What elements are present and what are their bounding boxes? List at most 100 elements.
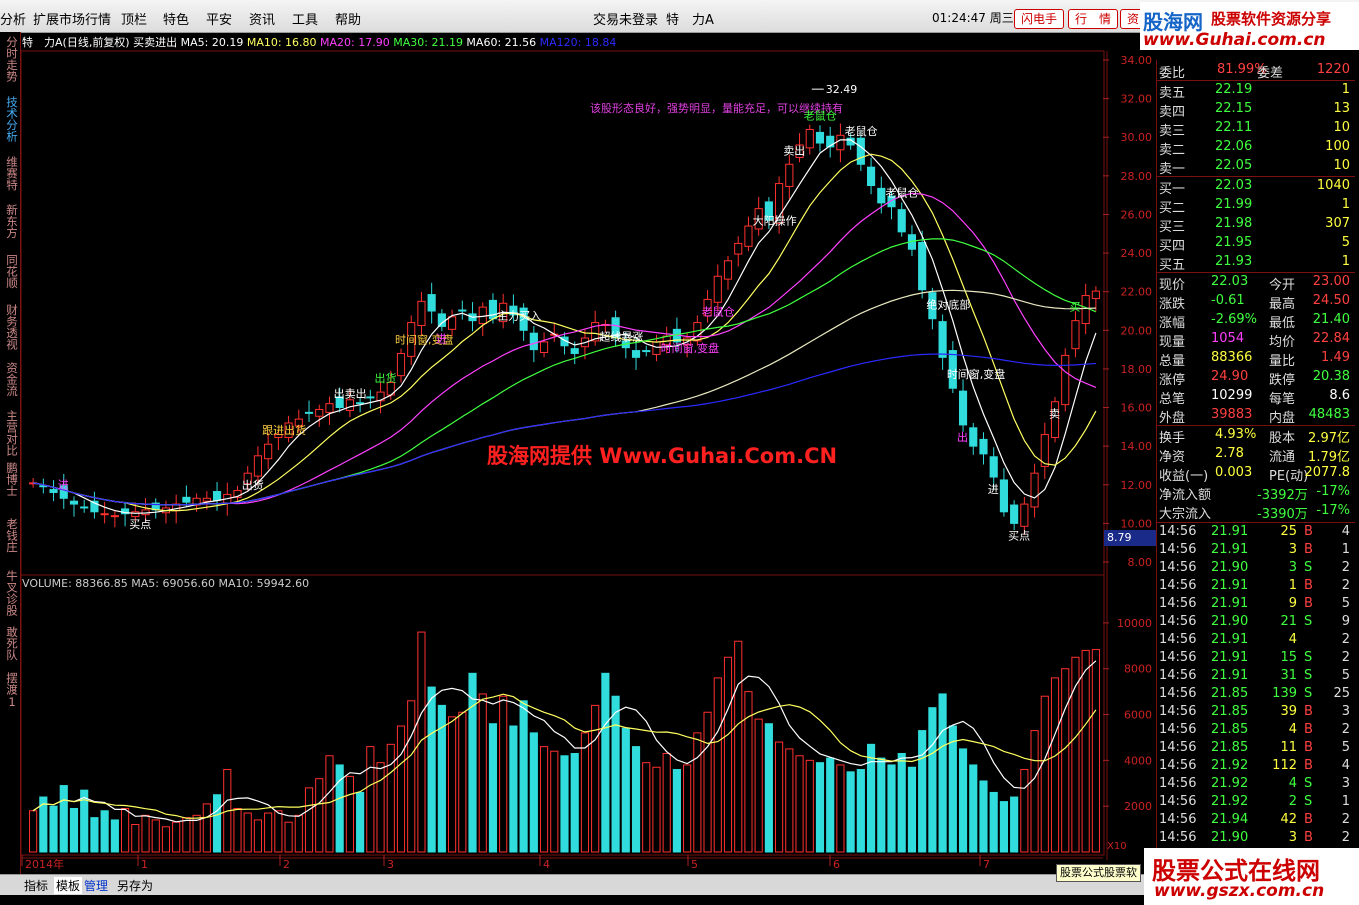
tick-time: 14:56 — [1159, 686, 1197, 701]
candle-body — [39, 485, 48, 488]
bid-volume: 1 — [1341, 197, 1350, 212]
tick-row: 14:56 21.91 31 S 5 — [1159, 667, 1354, 686]
finance-label: 股本 — [1269, 431, 1296, 446]
tick-price: 21.94 — [1211, 812, 1249, 827]
menu-features[interactable]: 特色 — [163, 9, 189, 28]
volume-bar — [509, 725, 518, 853]
signal-label: 时间窗,变盘 — [395, 332, 454, 346]
tab-xindongfang[interactable]: 新东方 — [2, 204, 19, 239]
ma-legend-item: MA60: 21.56 — [462, 36, 537, 49]
tab-tonghuashun[interactable]: 同花顺 — [2, 254, 19, 289]
volume-bar — [826, 757, 835, 853]
candle-body — [938, 321, 947, 358]
candle-body — [529, 332, 538, 351]
quote-button[interactable]: 行 情 — [1068, 9, 1119, 29]
menu-pingan[interactable]: 平安 — [206, 9, 232, 28]
y-tick-label: 10.00 — [1121, 517, 1153, 530]
menu-analysis[interactable]: 分析 — [0, 9, 26, 28]
tick-volume: 3 — [1288, 560, 1297, 575]
quote-label: 总量 — [1159, 354, 1186, 369]
volume-bar — [928, 707, 937, 853]
ask-price: 22.05 — [1215, 158, 1253, 173]
candle-body — [437, 313, 446, 327]
tab-weisaite[interactable]: 维赛特 — [2, 156, 19, 191]
tab-manage[interactable]: 管理 — [84, 877, 108, 894]
menu-help[interactable]: 帮助 — [335, 9, 361, 28]
tab-laoqianzhuang[interactable]: 老钱庄 — [2, 518, 19, 553]
quote-value: 24.90 — [1211, 369, 1249, 384]
volume-bar — [683, 764, 692, 853]
candle-body — [826, 135, 835, 148]
tab-business-compare[interactable]: 主营对比 — [2, 410, 19, 456]
volume-bar — [356, 791, 365, 853]
tick-row: 14:56 21.91 9 B 5 — [1159, 595, 1354, 614]
y-tick-label: 34.00 — [1121, 54, 1153, 67]
candle-body — [294, 418, 303, 427]
menu-top-bar[interactable]: 顶栏 — [121, 9, 147, 28]
volume-bar — [734, 640, 743, 853]
tick-price: 21.85 — [1211, 740, 1249, 755]
ask-price: 22.06 — [1215, 139, 1253, 154]
tick-time: 14:56 — [1159, 650, 1197, 665]
flow-label: 净流入额 — [1159, 488, 1212, 503]
quote-label: 今开 — [1269, 278, 1296, 293]
tab-intraday[interactable]: 分时走势 — [2, 36, 19, 82]
volume-bar — [407, 700, 416, 853]
volume-bar — [212, 794, 222, 853]
menu-news[interactable]: 资讯 — [249, 9, 275, 28]
volume-bar — [253, 819, 263, 853]
candle-body — [958, 390, 968, 426]
flash-trade-button[interactable]: 闪电手 — [1014, 9, 1065, 29]
quote-value: 22.84 — [1312, 331, 1350, 346]
tick-row: 14:56 21.90 3 B 2 — [1159, 829, 1354, 848]
quote-value: 1054 — [1211, 331, 1245, 346]
tick-row: 14:56 21.92 2 S 1 — [1159, 793, 1354, 812]
volume-bar — [662, 752, 671, 853]
tab-technical[interactable]: 技术分析 — [2, 96, 19, 142]
finance-label: 收益(一) — [1159, 469, 1209, 484]
tab-template[interactable]: 模板 — [54, 877, 83, 894]
volume-bar — [468, 672, 477, 853]
candle-body — [284, 422, 293, 438]
login-status[interactable]: 交易未登录 — [593, 9, 658, 28]
signal-label: 大阳操作 — [753, 214, 797, 228]
volume-bar — [29, 810, 38, 853]
candle-body — [243, 472, 252, 485]
candle-body — [662, 335, 671, 346]
ma-legend: MA5: 20.19 MA10: 16.80 MA20: 17.90 MA30:… — [181, 36, 617, 49]
y-tick-label: 12.00 — [1121, 479, 1153, 492]
tick-count: 2 — [1341, 830, 1350, 845]
tick-count: 2 — [1341, 578, 1350, 593]
candle-body — [1081, 295, 1090, 325]
tick-time: 14:56 — [1159, 794, 1197, 809]
volume-bar — [59, 785, 68, 853]
signal-label: 出 — [957, 430, 968, 444]
tab-capital-flow[interactable]: 资金流 — [2, 362, 19, 397]
tick-side: B — [1304, 812, 1313, 827]
candle-body — [550, 333, 559, 336]
ask-label: 卖三 — [1159, 124, 1186, 139]
finance-label: PE(动) — [1269, 469, 1309, 484]
clock: 01:24:47 周三 — [932, 11, 1014, 25]
tab-indicator[interactable]: 指标 — [24, 877, 48, 894]
menu-tools[interactable]: 工具 — [292, 9, 318, 28]
volume-bar — [631, 746, 641, 853]
menu-extended-market[interactable]: 扩展市场行情 — [33, 9, 111, 28]
volume-bar — [693, 732, 702, 853]
tab-save-as[interactable]: 另存为 — [117, 877, 153, 894]
price-frame — [20, 50, 1105, 576]
price-panel-title: 特 力A(日线,前复权) 买卖进出 MA5: 20.19 MA10: 16.80… — [22, 34, 616, 50]
bid-row: 买二 21.99 1 — [1159, 196, 1354, 216]
bid-row: 买一 22.03 1040 — [1159, 177, 1354, 197]
volume-bar — [499, 695, 508, 853]
candle-body — [723, 260, 733, 280]
tab-niucha[interactable]: 牛叉诊股 — [2, 570, 19, 616]
candle-body — [989, 456, 998, 478]
quote-label: 现量 — [1159, 335, 1186, 350]
tab-finance[interactable]: 财务透视 — [2, 304, 19, 350]
tab-baidu[interactable]: 摆渡1 — [2, 672, 19, 709]
tab-pengboshi[interactable]: 鹏博士 — [2, 462, 19, 497]
candle-body — [223, 493, 232, 504]
time-tick-label: 2014年 — [25, 857, 64, 871]
tab-gansidui[interactable]: 敢死队 — [2, 626, 19, 661]
